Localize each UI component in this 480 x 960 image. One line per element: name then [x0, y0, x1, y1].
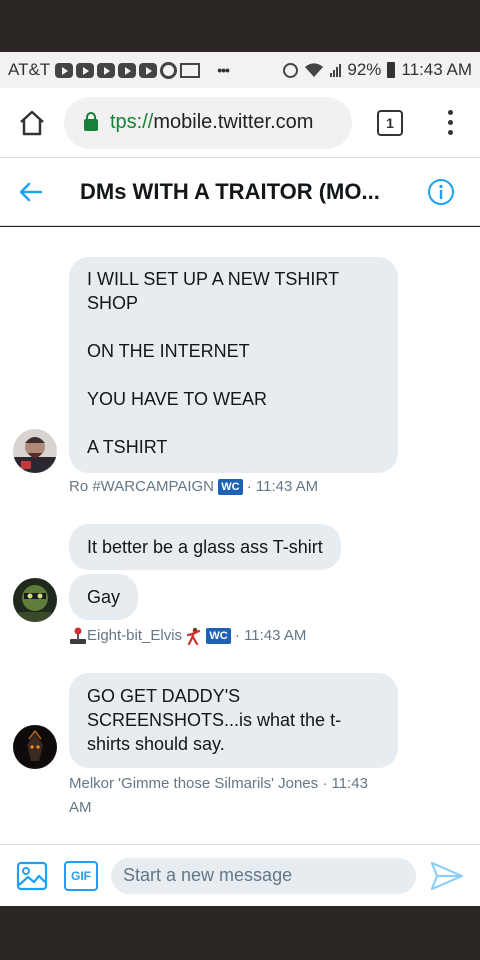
message-time: 11:43 AM	[244, 627, 307, 644]
browser-menu-button[interactable]	[428, 88, 472, 158]
url-field[interactable]: tps:// mobile.twitter.com	[64, 96, 352, 149]
youtube-notification-icon	[118, 62, 137, 78]
mail-notification-icon	[180, 62, 201, 78]
avatar[interactable]	[13, 429, 57, 473]
conversation-title: DMs WITH A TRAITOR (MO...	[80, 178, 380, 204]
wc-badge: WC	[206, 628, 231, 645]
top-letterbox	[0, 0, 480, 52]
message-line: GO GET DADDY'S	[87, 686, 241, 706]
message-line: YOU HAVE TO WEAR	[87, 389, 268, 409]
lock-icon	[84, 112, 98, 131]
message-line	[87, 363, 380, 387]
sender-name[interactable]: Eight-bit_Elvis	[87, 627, 182, 644]
message-bubble[interactable]: I WILL SET UP A NEW TSHIRT SHOP ON THE I…	[69, 257, 398, 473]
message-line: SHOP	[87, 293, 139, 313]
message-text: It better be a glass ass T-shirt	[87, 537, 323, 557]
menu-dot-icon	[447, 120, 453, 125]
alarm-icon	[283, 62, 299, 78]
add-photo-button[interactable]	[14, 858, 50, 894]
status-time: 11:43 AM	[401, 60, 472, 79]
avatar-image	[13, 429, 57, 473]
conversation-info-button[interactable]	[402, 158, 480, 226]
more-notifications-icon: •••	[217, 62, 230, 78]
message-line	[87, 411, 380, 435]
avatar-image	[13, 578, 57, 622]
carrier-label: AT&T	[8, 60, 51, 79]
message-line	[87, 315, 380, 339]
youtube-notification-icon	[139, 62, 158, 78]
message-meta: Eight-bit_Elvis WC · 11:43 AM	[69, 624, 306, 648]
image-icon	[16, 861, 48, 890]
message-line: A TSHIRT	[87, 437, 168, 457]
home-icon	[20, 110, 44, 135]
message-text: Gay	[87, 587, 121, 607]
sender-name[interactable]: Ro #WARCAMPAIGN	[69, 478, 214, 495]
wc-badge: WC	[218, 479, 243, 496]
message-line: SCREENSHOTS...is what the t-	[87, 710, 342, 730]
status-right: 92% 11:43 AM	[283, 60, 472, 80]
avatar[interactable]	[13, 578, 57, 622]
youtube-notification-icon	[76, 62, 95, 78]
message-time-suffix: AM	[69, 799, 92, 816]
message-bubble[interactable]: It better be a glass ass T-shirt	[69, 524, 341, 570]
message-line: I WILL SET UP A NEW TSHIRT	[87, 269, 340, 289]
message-line: shirts should say.	[87, 734, 225, 754]
wifi-icon	[305, 63, 324, 77]
dm-header: DMs WITH A TRAITOR (MO...	[0, 158, 480, 226]
meta-separator: ·	[234, 627, 240, 644]
sender-name[interactable]: Melkor 'Gimme those Silmarils' Jones	[69, 775, 318, 792]
youtube-notification-icon	[97, 62, 116, 78]
status-bar: AT&T ••• 92% 11:43 AM	[0, 52, 480, 88]
menu-dot-icon	[447, 110, 453, 115]
avatar[interactable]	[13, 725, 57, 769]
back-button[interactable]	[0, 158, 62, 226]
message-bubble[interactable]: Gay	[69, 574, 139, 620]
message-time: 11:43 AM	[255, 478, 319, 495]
message-meta: Melkor 'Gimme those Silmarils' Jones · 1…	[69, 772, 409, 820]
send-button[interactable]	[422, 851, 472, 901]
gif-button[interactable]: GIF	[64, 860, 98, 891]
avatar-image	[13, 725, 57, 769]
back-arrow-icon	[19, 182, 43, 201]
browser-toolbar: tps:// mobile.twitter.com 1	[0, 88, 480, 158]
message-meta: Ro #WARCAMPAIGN WC · 11:43 AM	[69, 475, 318, 499]
message-line: ON THE INTERNET	[87, 341, 250, 361]
dancer-icon	[187, 627, 201, 646]
meta-separator: ·	[246, 478, 252, 495]
tab-count: 1	[377, 109, 403, 136]
message-composer: GIF	[0, 844, 480, 906]
menu-dot-icon	[447, 130, 453, 135]
message-time: 11:43	[331, 775, 368, 792]
battery-icon	[387, 62, 396, 78]
status-left: AT&T •••	[8, 60, 230, 80]
send-icon	[430, 861, 464, 890]
bottom-letterbox	[0, 906, 480, 960]
youtube-notification-icon	[55, 62, 74, 78]
url-host: mobile.twitter.com	[153, 111, 314, 133]
chrome-notification-icon	[160, 61, 178, 79]
message-list[interactable]: I WILL SET UP A NEW TSHIRT SHOP ON THE I…	[0, 227, 480, 844]
url-scheme: tps://	[110, 111, 154, 133]
info-icon	[428, 178, 454, 205]
home-button[interactable]	[0, 88, 64, 158]
signal-icon	[330, 63, 342, 77]
meta-separator: ·	[322, 775, 328, 792]
message-bubble[interactable]: GO GET DADDY'S SCREENSHOTS...is what the…	[69, 673, 398, 768]
tab-switcher-button[interactable]: 1	[352, 88, 428, 158]
battery-percent: 92%	[347, 60, 382, 79]
message-input[interactable]	[111, 857, 416, 894]
joystick-icon	[70, 627, 86, 645]
